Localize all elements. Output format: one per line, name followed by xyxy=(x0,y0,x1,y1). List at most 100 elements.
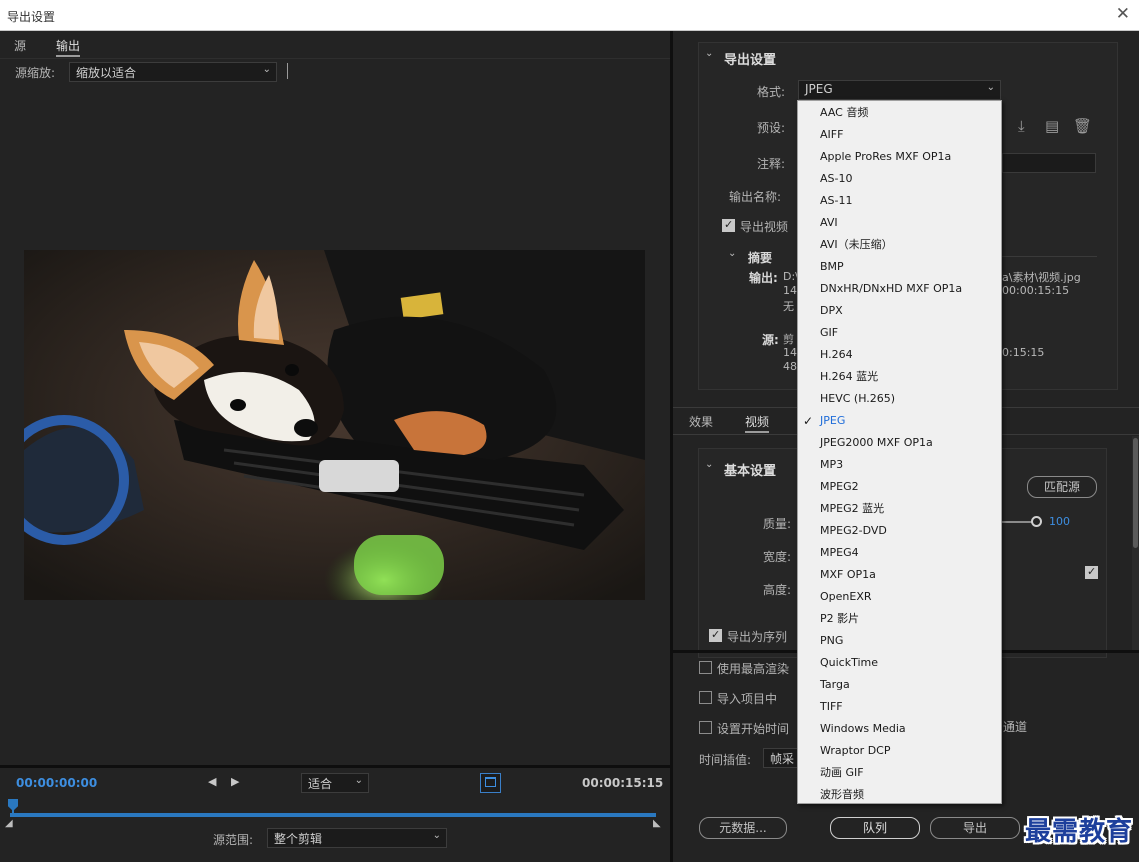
tab-output[interactable]: 输出 xyxy=(56,37,81,57)
out-point-icon[interactable]: ◣ xyxy=(653,818,661,829)
format-menu-item[interactable]: MPEG2-DVD xyxy=(798,520,1001,542)
format-menu-item-label: AVI（未压缩） xyxy=(820,238,893,251)
format-menu-item[interactable]: GIF xyxy=(798,322,1001,344)
export-sequence-checkbox[interactable] xyxy=(709,628,722,642)
delete-preset-icon[interactable]: 🗑 xyxy=(1073,117,1092,135)
format-dropdown[interactable]: JPEG ⌄ xyxy=(798,80,1001,100)
format-menu-item[interactable]: BMP xyxy=(798,256,1001,278)
format-menu-item[interactable]: AVI xyxy=(798,212,1001,234)
format-menu-item-label: AAC 音频 xyxy=(820,106,869,119)
format-menu-item[interactable]: PNG xyxy=(798,630,1001,652)
max-render-checkbox[interactable] xyxy=(699,661,712,674)
format-menu-item[interactable]: AAC 音频 xyxy=(798,102,1001,124)
width-label: 宽度: xyxy=(763,550,792,564)
aspect-toggle-icon[interactable] xyxy=(480,773,501,793)
format-menu-item-label: JPEG2000 MXF OP1a xyxy=(820,436,933,449)
format-menu-item[interactable]: MPEG2 蓝光 xyxy=(798,498,1001,520)
format-menu-item[interactable]: P2 影片 xyxy=(798,608,1001,630)
format-menu-item[interactable]: Targa xyxy=(798,674,1001,696)
format-menu-item[interactable]: MP3 xyxy=(798,454,1001,476)
format-menu-item[interactable]: 动画 GIF xyxy=(798,762,1001,784)
basic-settings-chevron-icon[interactable]: ⌄ xyxy=(705,459,713,470)
summary-chevron-icon[interactable]: ⌄ xyxy=(728,248,736,259)
format-menu-item[interactable]: MPEG2 xyxy=(798,476,1001,498)
format-menu-item[interactable]: TIFF xyxy=(798,696,1001,718)
summary-header: 摘要 xyxy=(748,251,773,265)
checkmark-icon: ✓ xyxy=(803,414,814,428)
format-menu-item[interactable]: AS-11 xyxy=(798,190,1001,212)
format-menu-item-label: Wraptor DCP xyxy=(820,744,891,757)
export-settings-header: 导出设置 xyxy=(724,53,777,68)
in-point-icon[interactable]: ◢ xyxy=(5,818,13,829)
link-aspect-checkbox[interactable] xyxy=(1085,565,1098,579)
format-menu-item-label: MPEG2 xyxy=(820,480,859,493)
format-menu-item-label: MPEG4 xyxy=(820,546,859,559)
settings-scrollbar[interactable] xyxy=(1132,436,1139,651)
metadata-button[interactable]: 元数据... xyxy=(699,817,787,839)
pane-divider[interactable] xyxy=(670,31,673,862)
timecode-end[interactable]: 00:00:15:15 xyxy=(582,776,663,790)
format-menu-item[interactable]: Apple ProRes MXF OP1a xyxy=(798,146,1001,168)
summary-output-line-3: 无 xyxy=(783,300,794,313)
timecode-start[interactable]: 00:00:00:00 xyxy=(16,776,97,790)
source-zoom-value: 缩放以适合 xyxy=(76,66,137,80)
format-menu-item-label: 动画 GIF xyxy=(820,766,864,779)
comment-input[interactable] xyxy=(1002,153,1096,173)
format-menu-item[interactable]: Windows Media xyxy=(798,718,1001,740)
source-range-value: 整个剪辑 xyxy=(274,832,323,846)
import-project-checkbox[interactable] xyxy=(699,691,712,704)
format-menu-item-label: OpenEXR xyxy=(820,590,872,603)
format-menu-item[interactable]: H.264 蓝光 xyxy=(798,366,1001,388)
mark-out-icon[interactable]: ▶ xyxy=(231,775,239,788)
set-start-time-label: 设置开始时间 xyxy=(717,722,790,736)
tab-source[interactable]: 源 xyxy=(14,37,26,54)
quality-value[interactable]: 100 xyxy=(1049,515,1070,528)
quality-slider-thumb[interactable] xyxy=(1031,516,1042,527)
format-menu-item[interactable]: HEVC (H.265) xyxy=(798,388,1001,410)
scrollbar-thumb[interactable] xyxy=(1133,438,1138,548)
summary-source-line-2: 48 xyxy=(783,360,797,373)
format-menu-item[interactable]: Wraptor DCP xyxy=(798,740,1001,762)
export-button[interactable]: 导出 xyxy=(930,817,1020,839)
scrub-track[interactable] xyxy=(10,813,656,817)
mark-in-icon[interactable]: ◀ xyxy=(208,775,216,788)
import-preset-icon[interactable]: ▤ xyxy=(1045,117,1059,135)
format-menu-item-label: BMP xyxy=(820,260,844,273)
format-menu-item[interactable]: ✓ JPEG xyxy=(798,410,1001,432)
format-menu-item[interactable]: AVI（未压缩） xyxy=(798,234,1001,256)
queue-button[interactable]: 队列 xyxy=(830,817,920,839)
format-menu-item[interactable]: AS-10 xyxy=(798,168,1001,190)
format-menu-item[interactable]: DNxHR/DNxHD MXF OP1a xyxy=(798,278,1001,300)
format-menu-item-label: MP3 xyxy=(820,458,844,471)
tab-effects[interactable]: 效果 xyxy=(689,413,713,430)
format-menu-item[interactable]: MPEG4 xyxy=(798,542,1001,564)
set-start-time-checkbox[interactable] xyxy=(699,721,712,734)
match-source-button[interactable]: 匹配源 xyxy=(1027,476,1097,498)
format-menu-item[interactable]: JPEG2000 MXF OP1a xyxy=(798,432,1001,454)
fit-dropdown[interactable]: 适合 ⌄ xyxy=(301,773,369,793)
comment-label: 注释: xyxy=(757,157,786,171)
tab-video[interactable]: 视频 xyxy=(745,413,770,433)
source-range-dropdown[interactable]: 整个剪辑 ⌄ xyxy=(267,828,447,848)
source-zoom-dropdown[interactable]: 缩放以适合 ⌄ xyxy=(69,62,277,82)
format-menu-item[interactable]: DPX xyxy=(798,300,1001,322)
quality-slider-track[interactable] xyxy=(1002,521,1034,523)
format-menu-item-label: Apple ProRes MXF OP1a xyxy=(820,150,952,163)
basic-settings-header: 基本设置 xyxy=(724,464,777,479)
format-menu-item[interactable]: AIFF xyxy=(798,124,1001,146)
format-menu-item[interactable]: MXF OP1a xyxy=(798,564,1001,586)
format-menu-item[interactable]: 波形音频 xyxy=(798,784,1001,806)
format-menu-item-label: MPEG2 蓝光 xyxy=(820,502,885,515)
export-video-checkbox[interactable] xyxy=(722,218,735,232)
format-menu-item-label: DNxHR/DNxHD MXF OP1a xyxy=(820,282,963,295)
timeline-divider xyxy=(0,765,670,768)
format-menu-item-label: GIF xyxy=(820,326,839,339)
format-menu-item[interactable]: H.264 xyxy=(798,344,1001,366)
save-preset-icon[interactable]: ⤓ xyxy=(1018,117,1025,135)
collapse-chevron-icon[interactable]: ⌄ xyxy=(705,48,713,59)
source-zoom-label: 源缩放: xyxy=(15,66,56,80)
format-menu-item[interactable]: QuickTime xyxy=(798,652,1001,674)
format-menu-item-label: H.264 xyxy=(820,348,853,361)
format-menu-item[interactable]: OpenEXR xyxy=(798,586,1001,608)
close-icon[interactable]: ✕ xyxy=(1116,5,1130,23)
